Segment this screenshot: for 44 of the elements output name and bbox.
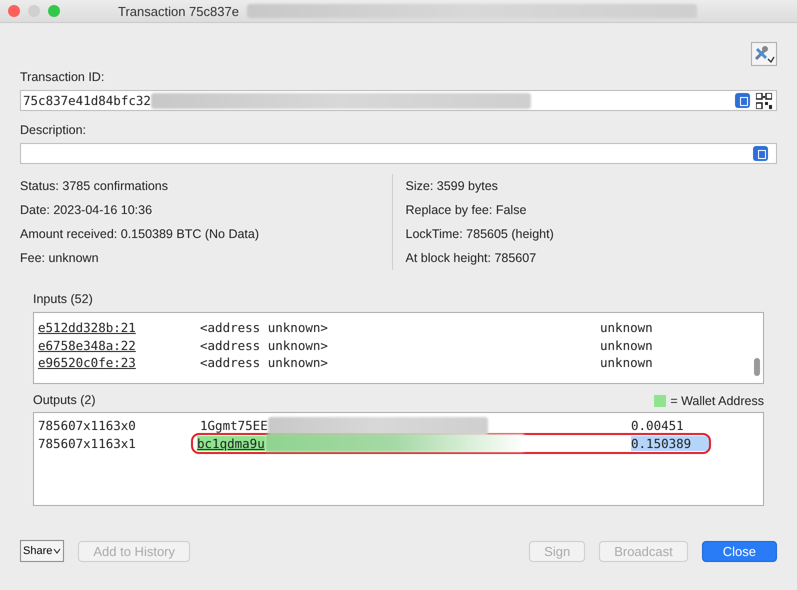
amount-text: unknown — [600, 355, 654, 370]
close-icon[interactable] — [8, 5, 20, 17]
outpoint-text: 785607x1163x0 — [38, 418, 137, 434]
section-label: Outputs (2) — [33, 393, 96, 407]
field-label: Description: — [20, 123, 87, 137]
detail-text: Fee: unknown — [20, 250, 100, 267]
caret-icon — [53, 548, 62, 554]
amount-text: 0.150389 — [631, 436, 709, 451]
detail-text: Size: 3599 bytes — [406, 178, 499, 195]
outpoint-link[interactable]: e512dd328b:21 — [38, 320, 200, 336]
transaction-id-field[interactable]: 75c837e41d84bfc32 — [20, 90, 777, 111]
transaction-id-text: 75c837e41d84bfc32 — [23, 93, 151, 108]
outpoint-link[interactable]: e6758e348a:22 — [38, 338, 200, 353]
detail-text: Date: 2023-04-16 10:36 — [20, 202, 154, 219]
detail-text: Status: 3785 confirmations — [20, 178, 169, 195]
copy-icon[interactable] — [753, 146, 768, 161]
tools-icon — [753, 44, 775, 64]
amount-text: unknown — [600, 338, 654, 353]
description-field[interactable] — [20, 143, 777, 164]
copy-icon[interactable] — [735, 93, 750, 108]
detail-text: Amount received: 0.150389 BTC (No Data) — [20, 226, 260, 243]
scrollbar-thumb[interactable] — [754, 358, 760, 376]
amount-text: unknown — [600, 320, 654, 336]
detail-text: At block height: 785607 — [406, 250, 538, 267]
detail-text: Replace by fee: False — [406, 202, 528, 219]
address-text: <address unknown> — [200, 355, 329, 370]
field-label: Transaction ID: — [20, 70, 106, 84]
close-button[interactable]: Close — [702, 540, 777, 562]
share-button[interactable]: Share — [20, 540, 64, 562]
address-text: <address unknown> — [200, 338, 329, 353]
amount-text: 0.00451 — [631, 418, 685, 434]
window-title: Transaction 75c837e — [118, 4, 239, 18]
section-label: Inputs (52) — [33, 292, 94, 306]
qr-code-icon[interactable] — [756, 92, 772, 108]
address-text: <address unknown> — [200, 320, 329, 336]
legend-swatch — [654, 395, 666, 407]
address-text: 1Ggmt75EE — [200, 418, 268, 434]
tools-button[interactable] — [751, 42, 777, 66]
address-text: bc1qdma9u — [197, 436, 265, 451]
legend-text: = Wallet Address — [670, 394, 764, 408]
zoom-icon[interactable] — [48, 5, 60, 17]
outpoint-link[interactable]: e96520c0fe:23 — [38, 355, 200, 370]
detail-text: LockTime: 785605 (height) — [406, 226, 555, 243]
outpoint-text: 785607x1163x1 — [38, 436, 137, 451]
